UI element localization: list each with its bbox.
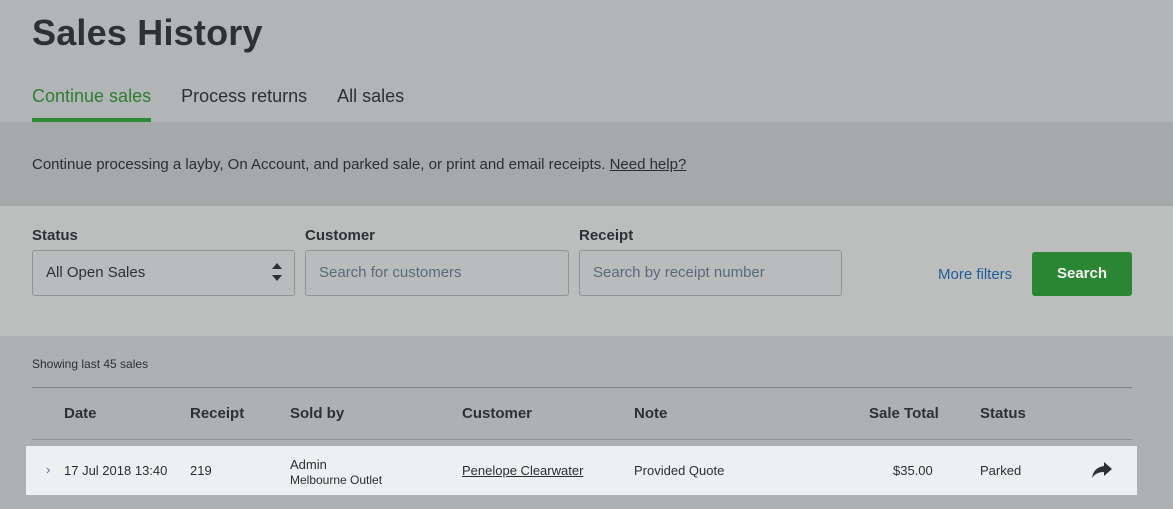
sale-date: 17 Jul 2018 13:40 — [64, 463, 168, 478]
receipt-search-input[interactable]: Search by receipt number — [579, 250, 842, 296]
status-select[interactable]: All Open Sales — [32, 250, 295, 296]
sold-by-outlet: Melbourne Outlet — [290, 473, 383, 487]
tab-continue-sales[interactable]: Continue sales — [32, 84, 152, 122]
sale-note: Provided Quote — [634, 463, 725, 478]
chevron-right-icon[interactable]: › — [46, 462, 50, 477]
tab-all-sales[interactable]: All sales — [337, 84, 404, 122]
customer-link[interactable]: Penelope Clearwater — [462, 463, 583, 478]
column-header-note: Note — [634, 405, 668, 422]
page-header: Sales History Continue sales Process ret… — [0, 0, 1173, 122]
sale-receipt: 219 — [190, 463, 212, 478]
tab-bar: Continue sales Process returns All sales — [32, 84, 434, 122]
more-filters-link[interactable]: More filters — [938, 266, 1012, 283]
select-arrows-icon — [272, 260, 282, 286]
divider — [32, 439, 1132, 440]
status-select-value: All Open Sales — [46, 264, 146, 281]
filter-bar: Status All Open Sales Customer Search fo… — [0, 206, 1173, 336]
status-label: Status — [32, 227, 78, 244]
need-help-link[interactable]: Need help? — [610, 156, 687, 173]
table-row[interactable]: › 17 Jul 2018 13:40 219 Admin Melbourne … — [26, 446, 1137, 495]
sale-status: Parked — [980, 463, 1022, 478]
divider — [32, 387, 1132, 388]
info-banner: Continue processing a layby, On Account,… — [0, 122, 1173, 206]
results-count: Showing last 45 sales — [32, 357, 149, 371]
info-text: Continue processing a layby, On Account,… — [32, 156, 686, 173]
sold-by-name: Admin — [290, 457, 327, 472]
column-header-status: Status — [980, 405, 1026, 422]
sale-total: $35.00 — [893, 463, 933, 478]
info-message: Continue processing a layby, On Account,… — [32, 156, 606, 173]
page-title: Sales History — [32, 12, 263, 53]
column-header-customer: Customer — [462, 405, 533, 422]
receipt-label: Receipt — [579, 227, 634, 244]
customer-label: Customer — [305, 227, 376, 244]
column-header-sold-by: Sold by — [290, 405, 345, 422]
column-header-date: Date — [64, 405, 97, 422]
tab-process-returns[interactable]: Process returns — [181, 84, 307, 122]
column-header-sale-total: Sale Total — [869, 405, 939, 422]
search-button[interactable]: Search — [1032, 252, 1132, 296]
column-header-receipt: Receipt — [190, 405, 245, 422]
customer-search-input[interactable]: Search for customers — [305, 250, 569, 296]
share-arrow-icon[interactable] — [1091, 460, 1113, 480]
